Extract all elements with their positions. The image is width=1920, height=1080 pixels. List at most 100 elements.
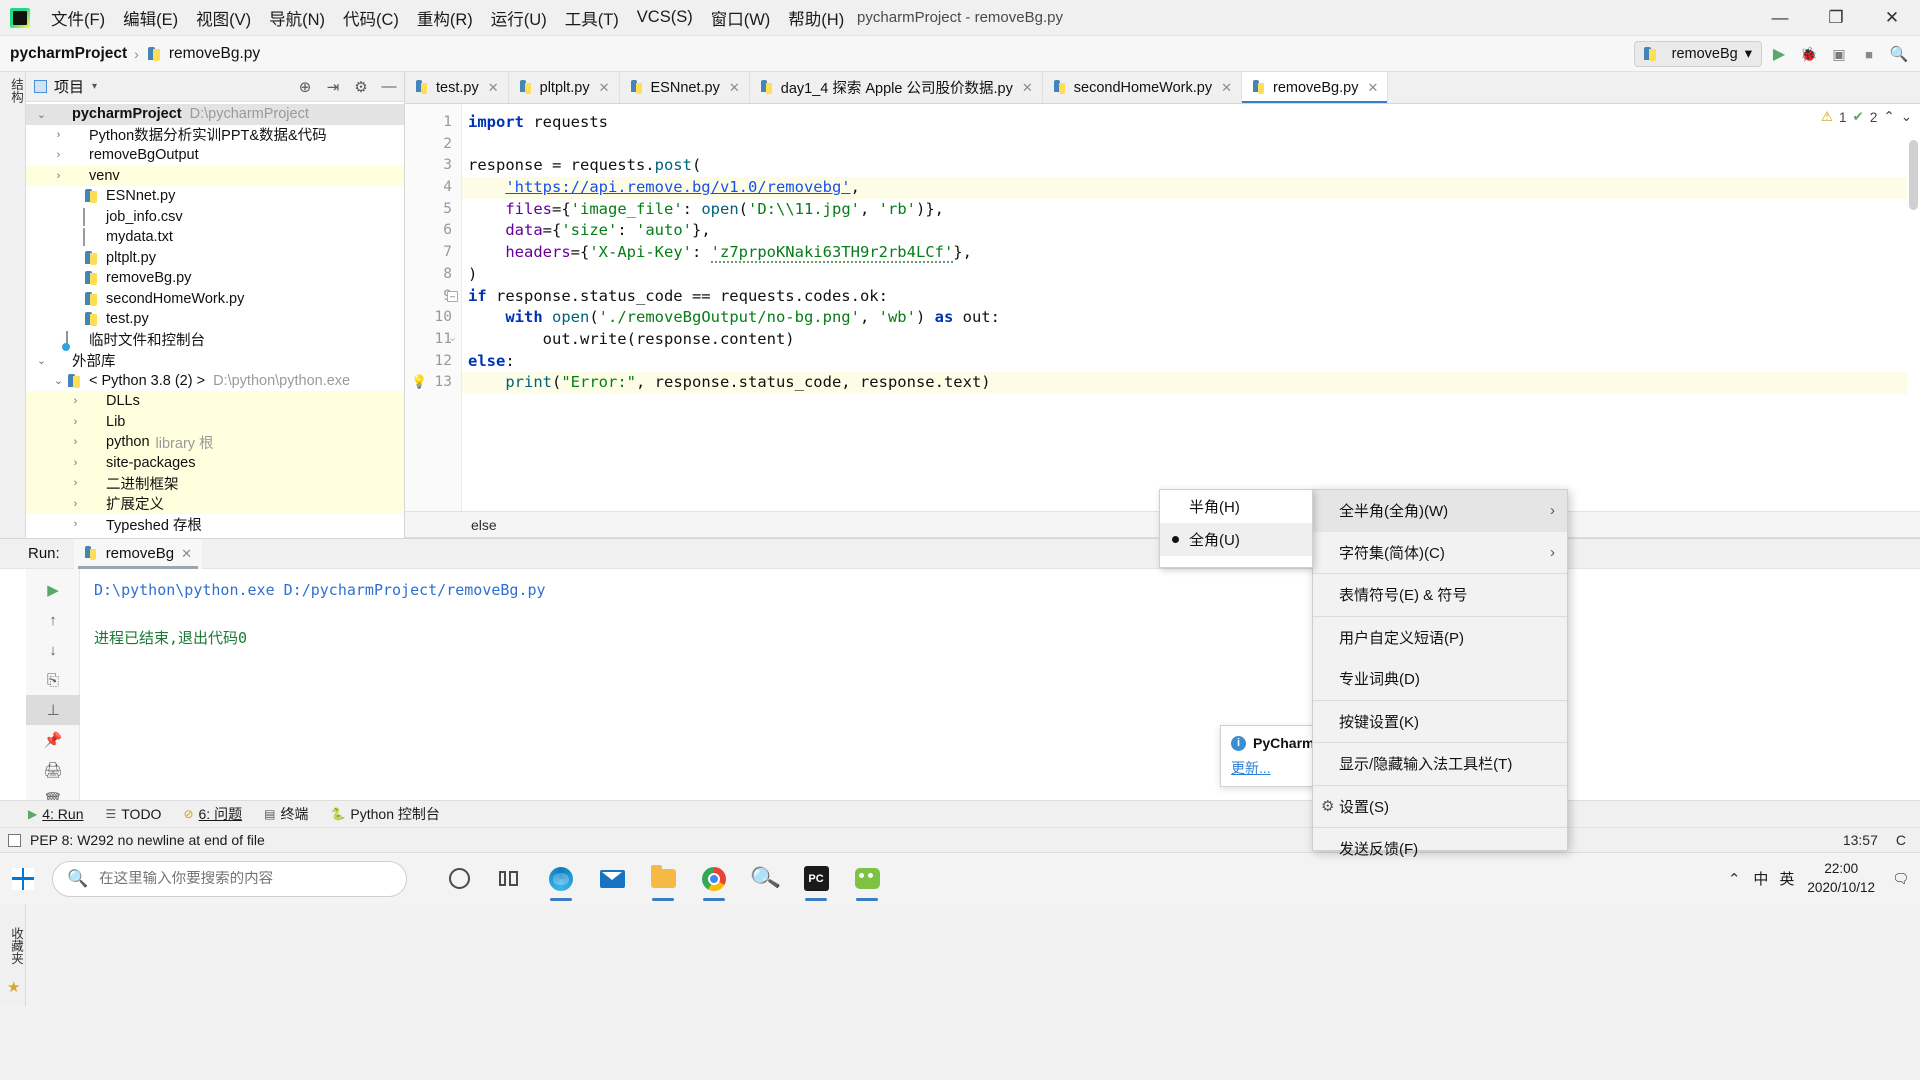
chevron-down-icon[interactable]: ⌄ — [34, 108, 49, 121]
tree-item[interactable]: › Lib — [26, 411, 404, 432]
intention-bulb-icon[interactable] — [411, 374, 427, 391]
search-magnifier-icon[interactable]: 🔍 — [743, 855, 787, 903]
tree-item[interactable]: ⌄ 外部库 — [26, 350, 404, 371]
close-icon[interactable]: ✕ — [1221, 80, 1232, 96]
locate-icon[interactable]: ⊕ — [296, 78, 314, 96]
task-view-icon[interactable] — [488, 855, 532, 903]
chrome-icon[interactable] — [692, 855, 736, 903]
scroll-up-button[interactable]: ↑ — [26, 605, 80, 635]
editor-tab[interactable]: ESNnet.py ✕ — [619, 72, 750, 103]
tool-window-python-console[interactable]: 🐍 Python 控制台 — [330, 804, 439, 824]
pin-tab-button[interactable]: 📌 — [26, 725, 80, 755]
ime-menu-item[interactable]: 按键设置(K) — [1313, 701, 1567, 743]
mail-icon[interactable] — [590, 855, 634, 903]
menu-view[interactable]: 视图(V) — [187, 3, 260, 33]
tool-window-problems[interactable]: ⊘ 6: 问题 — [183, 804, 242, 824]
ime-fullwidth-item[interactable]: 全角(U) — [1160, 523, 1312, 556]
notification-icon[interactable]: 🗨 — [1888, 861, 1914, 897]
stop-button[interactable]: ■ — [1856, 41, 1882, 67]
debug-button[interactable]: 🐞 — [1796, 41, 1822, 67]
chevron-right-icon[interactable]: › — [68, 395, 83, 407]
close-icon[interactable]: ✕ — [1367, 80, 1378, 96]
tree-item[interactable]: › Python数据分析实训PPT&数据&代码 — [26, 125, 404, 146]
ime-indicator[interactable]: 中 英 — [1753, 868, 1794, 889]
start-button[interactable] — [0, 853, 46, 905]
chevron-right-icon[interactable]: › — [51, 129, 66, 141]
run-configuration-selector[interactable]: removeBg ▾ — [1633, 41, 1762, 67]
editor-tab[interactable]: test.py ✕ — [405, 72, 509, 103]
run-console-output[interactable]: D:\python\python.exe D:/pycharmProject/r… — [80, 569, 1920, 801]
close-icon[interactable]: ✕ — [599, 80, 610, 96]
taskbar-search-box[interactable]: 🔍 — [52, 860, 407, 897]
menu-run[interactable]: 运行(U) — [482, 3, 556, 33]
tree-item[interactable]: › 扩展定义 — [26, 493, 404, 514]
editor-tab[interactable]: secondHomeWork.py ✕ — [1042, 72, 1243, 103]
chevron-down-icon[interactable]: ⌄ — [34, 354, 49, 367]
chevron-down-icon[interactable]: ⌄ — [51, 374, 66, 387]
rail-favorites[interactable]: 收藏夹 — [0, 921, 26, 971]
editor-tab[interactable]: day1_4 探索 Apple 公司股价数据.py ✕ — [749, 72, 1043, 103]
rerun-button[interactable]: ▶ — [26, 575, 80, 605]
prev-problem-icon[interactable]: ⌃ — [1883, 109, 1894, 125]
gear-icon[interactable]: ⚙ — [352, 78, 370, 96]
tree-item[interactable]: ⌄ < Python 3.8 (2) > D:\python\python.exe — [26, 371, 404, 392]
code-fold-icon[interactable]: ⌄ — [447, 333, 458, 345]
menu-tools[interactable]: 工具(T) — [556, 3, 628, 33]
hide-icon[interactable]: — — [380, 78, 398, 96]
ime-menu-item[interactable]: 表情符号(E) & 符号 — [1313, 574, 1567, 616]
ime-menu-item[interactable]: 用户自定义短语(P) — [1313, 617, 1567, 659]
chevron-right-icon[interactable]: › — [51, 170, 66, 182]
tray-expand-icon[interactable]: ⌃ — [1728, 870, 1741, 888]
code-fold-icon[interactable]: – — [447, 290, 458, 302]
file-explorer-icon[interactable] — [641, 855, 685, 903]
run-tab-removebg[interactable]: removeBg ✕ — [73, 538, 202, 569]
ime-menu-item[interactable]: 发送反馈(F) — [1313, 828, 1567, 870]
scroll-to-end-button[interactable]: ⊥ — [26, 695, 80, 725]
tree-item[interactable]: ›临时文件和控制台 — [26, 330, 404, 351]
close-button[interactable]: ✕ — [1864, 0, 1920, 36]
menu-help[interactable]: 帮助(H) — [779, 3, 853, 33]
tree-item[interactable]: ›mydata.txt — [26, 227, 404, 248]
ime-menu-item[interactable]: ⚙ 设置(S) — [1313, 786, 1567, 828]
menu-edit[interactable]: 编辑(E) — [114, 3, 187, 33]
star-icon[interactable]: ★ — [7, 978, 20, 996]
chevron-right-icon[interactable]: › — [68, 498, 83, 510]
chevron-right-icon[interactable]: › — [68, 416, 83, 428]
wechat-icon[interactable] — [845, 855, 889, 903]
tree-item[interactable]: › site-packages — [26, 452, 404, 473]
tree-item[interactable]: ›test.py — [26, 309, 404, 330]
menu-code[interactable]: 代码(C) — [334, 3, 408, 33]
ime-menu-item[interactable]: 显示/隐藏输入法工具栏(T) — [1313, 743, 1567, 785]
tree-item[interactable]: › Typeshed 存根 — [26, 514, 404, 535]
chevron-right-icon[interactable]: › — [68, 477, 83, 489]
pycharm-icon[interactable]: PC — [794, 855, 838, 903]
tree-item[interactable]: › removeBgOutput — [26, 145, 404, 166]
print-button[interactable]: 🖨 — [26, 755, 80, 785]
tree-item[interactable]: › DLLs — [26, 391, 404, 412]
menu-navigate[interactable]: 导航(N) — [260, 3, 334, 33]
menu-vcs[interactable]: VCS(S) — [628, 5, 702, 30]
menu-file[interactable]: 文件(F) — [42, 3, 114, 33]
tree-item[interactable]: › venv — [26, 165, 404, 186]
editor-tab[interactable]: removeBg.py ✕ — [1242, 72, 1389, 103]
tree-item[interactable]: ›ESNnet.py — [26, 186, 404, 207]
close-icon[interactable]: ✕ — [488, 80, 499, 96]
tree-item[interactable]: › python library 根 — [26, 432, 404, 453]
soft-wrap-button[interactable]: ⎘ — [26, 665, 80, 695]
tool-window-run[interactable]: ▶ 4: Run — [28, 806, 83, 822]
breadcrumb-project[interactable]: pycharmProject — [10, 45, 127, 63]
maximize-button[interactable]: ❐ — [1808, 0, 1864, 36]
minimize-button[interactable]: — — [1752, 0, 1808, 36]
coverage-button[interactable]: ▣ — [1826, 41, 1852, 67]
cortana-circle-icon[interactable] — [437, 855, 481, 903]
chevron-down-icon[interactable]: ▾ — [92, 81, 97, 92]
edge-icon[interactable] — [539, 855, 583, 903]
editor-tab[interactable]: pltplt.py ✕ — [508, 72, 620, 103]
close-icon[interactable]: ✕ — [181, 546, 192, 562]
run-button[interactable]: ▶ — [1766, 41, 1792, 67]
scroll-down-button[interactable]: ↓ — [26, 635, 80, 665]
next-problem-icon[interactable]: ⌄ — [1901, 109, 1912, 125]
menu-refactor[interactable]: 重构(R) — [408, 3, 482, 33]
tree-item[interactable]: ›job_info.csv — [26, 207, 404, 228]
chevron-right-icon[interactable]: › — [51, 149, 66, 161]
